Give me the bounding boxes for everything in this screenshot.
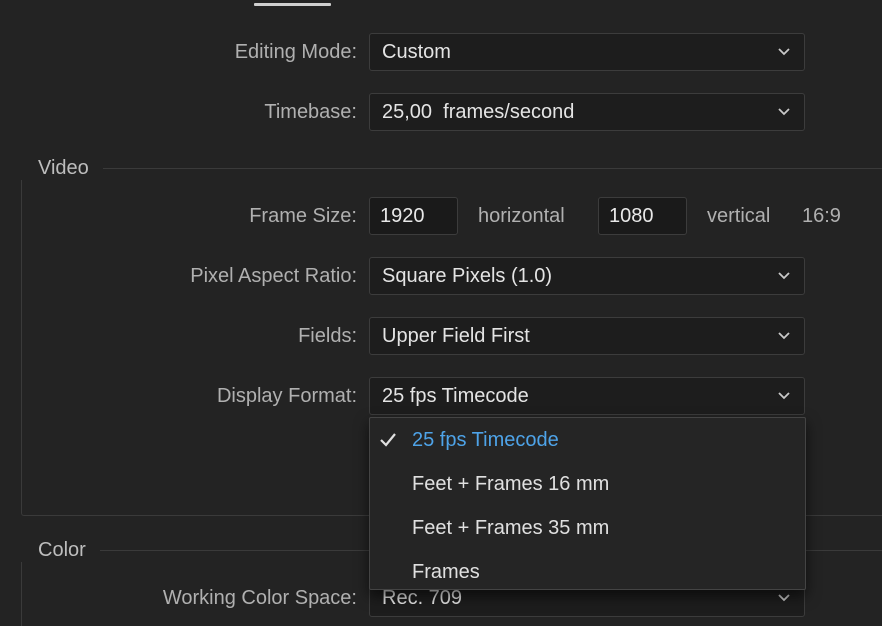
timebase-select[interactable]: 25,00 frames/second — [369, 93, 805, 131]
dropdown-option-feet-frames-16mm[interactable]: Feet + Frames 16 mm — [370, 462, 805, 506]
color-group-title: Color — [21, 538, 100, 562]
fields-value: Upper Field First — [382, 325, 530, 347]
dropdown-option-feet-frames-35mm[interactable]: Feet + Frames 35 mm — [370, 506, 805, 550]
pixel-aspect-ratio-value: Square Pixels (1.0) — [382, 265, 553, 287]
dropdown-option-label: Feet + Frames 16 mm — [412, 473, 610, 495]
chevron-down-icon — [778, 272, 790, 280]
dropdown-option-label: Feet + Frames 35 mm — [412, 517, 610, 539]
video-group-title: Video — [21, 156, 103, 180]
display-format-label: Display Format: — [216, 385, 357, 407]
dropdown-option-label: 25 fps Timecode — [412, 429, 559, 451]
timebase-label: Timebase: — [264, 101, 357, 123]
timebase-value: 25,00 frames/second — [382, 101, 575, 123]
fields-select[interactable]: Upper Field First — [369, 317, 805, 355]
pixel-aspect-ratio-label: Pixel Aspect Ratio: — [190, 265, 357, 287]
active-tab-indicator — [254, 3, 331, 6]
fields-label: Fields: — [298, 325, 357, 347]
chevron-down-icon — [778, 108, 790, 116]
dropdown-option-label: Frames — [412, 561, 480, 583]
chevron-down-icon — [778, 332, 790, 340]
display-format-dropdown: 25 fps Timecode Feet + Frames 16 mm Feet… — [369, 417, 806, 590]
horizontal-label: horizontal — [478, 205, 565, 227]
dropdown-option-frames[interactable]: Frames — [370, 550, 805, 594]
frame-width-input[interactable]: 1920 — [369, 197, 458, 235]
editing-mode-label: Editing Mode: — [234, 41, 357, 63]
vertical-label: vertical — [707, 205, 771, 227]
editing-mode-select[interactable]: Custom — [369, 33, 805, 71]
chevron-down-icon — [778, 48, 790, 56]
frame-height-input[interactable]: 1080 — [598, 197, 687, 235]
editing-mode-value: Custom — [382, 41, 451, 63]
chevron-down-icon — [778, 392, 790, 400]
pixel-aspect-ratio-select[interactable]: Square Pixels (1.0) — [369, 257, 805, 295]
display-format-value: 25 fps Timecode — [382, 385, 529, 407]
dropdown-option-25fps-timecode[interactable]: 25 fps Timecode — [370, 418, 805, 462]
frame-size-label: Frame Size: — [249, 205, 357, 227]
aspect-ratio-text: 16:9 — [802, 205, 841, 227]
display-format-select[interactable]: 25 fps Timecode — [369, 377, 805, 415]
checkmark-icon — [380, 433, 396, 447]
sequence-settings-panel: Editing Mode: Custom Timebase: 25,00 fra… — [0, 0, 882, 626]
working-color-space-label: Working Color Space: — [162, 587, 357, 609]
